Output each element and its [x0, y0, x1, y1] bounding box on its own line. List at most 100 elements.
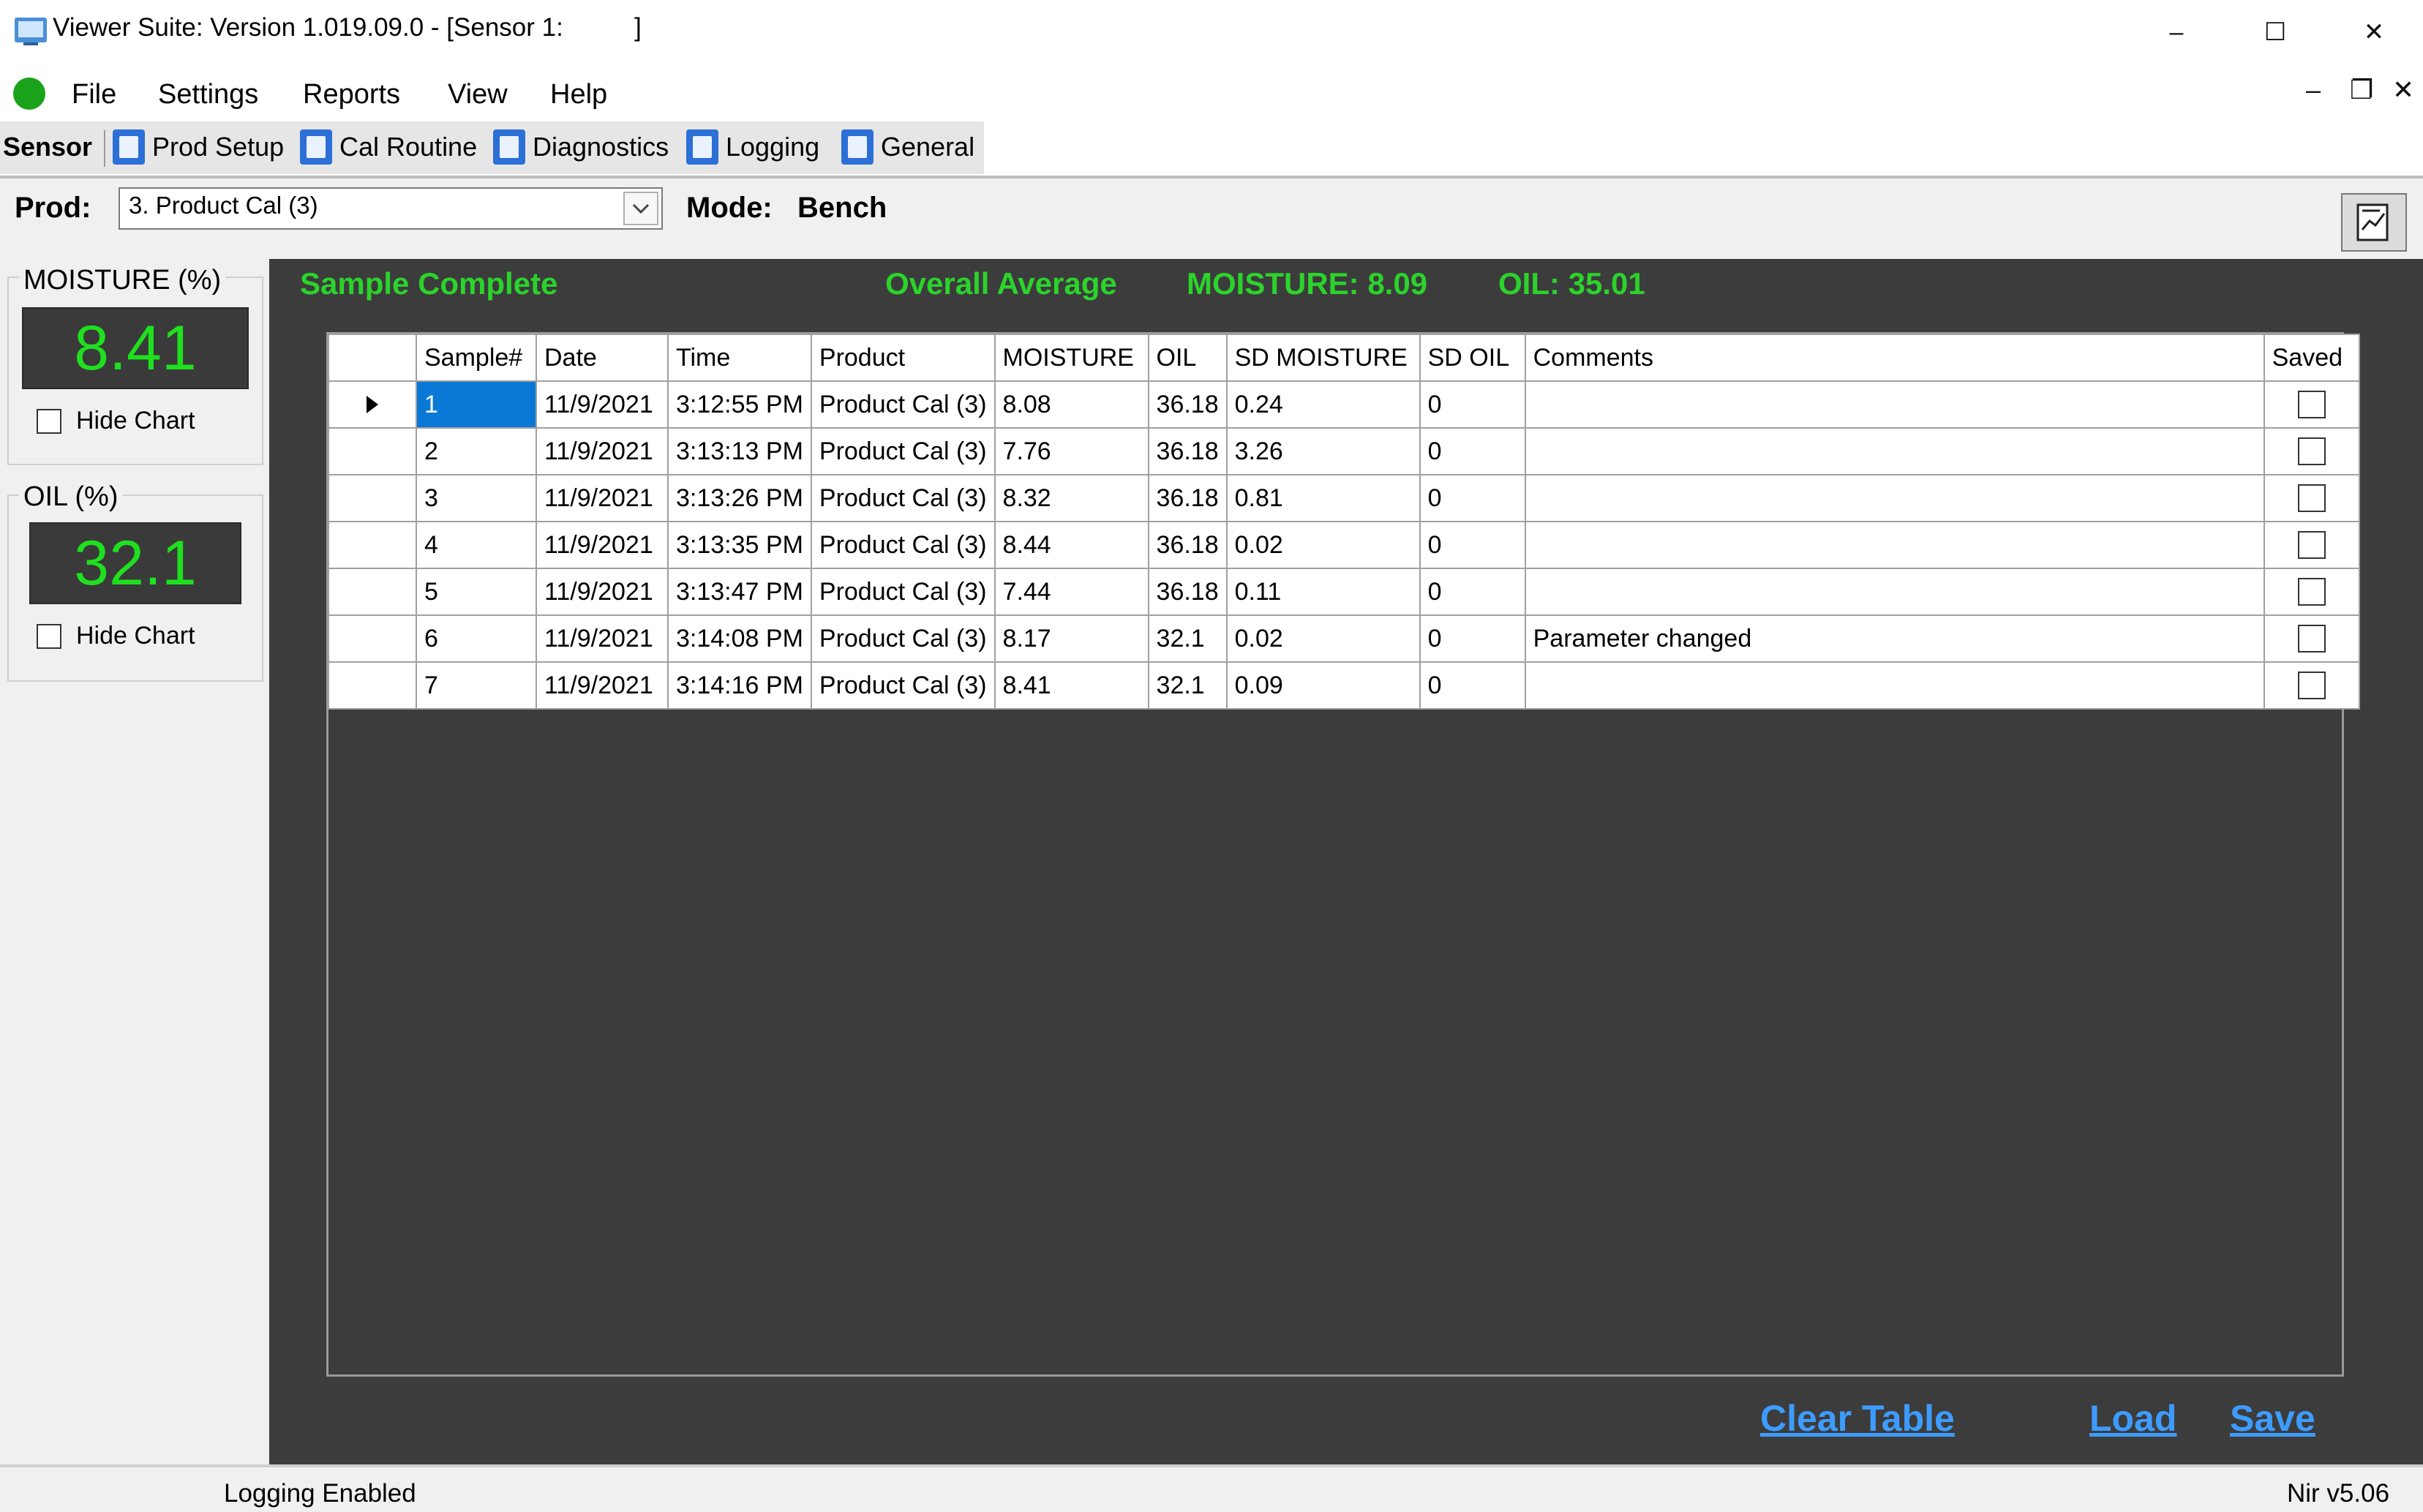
cell-sd-moisture[interactable]: 3.26 [1225, 427, 1421, 475]
cell-sd-oil[interactable]: 0 [1419, 427, 1526, 475]
cell-oil[interactable]: 36.18 [1147, 380, 1228, 429]
cell-time[interactable]: 3:12:55 PM [667, 380, 812, 429]
col-header-comments[interactable]: Comments [1524, 334, 2265, 382]
table-row[interactable]: 5 11/9/2021 3:13:47 PM Product Cal (3) 7… [328, 568, 2360, 616]
col-header-moisture[interactable]: MOISTURE [993, 334, 1149, 382]
mdi-restore-button[interactable]: ❐ [2350, 75, 2373, 105]
cell-time[interactable]: 3:14:08 PM [667, 614, 812, 663]
cell-time[interactable]: 3:13:13 PM [667, 427, 812, 475]
cell-comments[interactable] [1524, 427, 2265, 475]
cell-comments[interactable] [1524, 474, 2265, 522]
cell-saved[interactable] [2263, 521, 2360, 569]
cell-sd-oil[interactable]: 0 [1419, 474, 1526, 522]
cell-moisture[interactable]: 8.17 [993, 614, 1149, 663]
maximize-button[interactable]: ☐ [2228, 0, 2323, 64]
cell-moisture[interactable]: 8.44 [993, 521, 1149, 569]
cell-sd-oil[interactable]: 0 [1419, 661, 1526, 710]
menu-reports[interactable]: Reports [303, 79, 400, 110]
cell-product[interactable]: Product Cal (3) [810, 568, 996, 616]
cell-moisture[interactable]: 7.76 [993, 427, 1149, 475]
cell-date[interactable]: 11/9/2021 [536, 427, 669, 475]
close-button[interactable]: ✕ [2326, 0, 2422, 64]
cell-sample[interactable]: 5 [416, 568, 537, 616]
table-row[interactable]: 4 11/9/2021 3:13:35 PM Product Cal (3) 8… [328, 521, 2360, 569]
row-selector[interactable] [328, 521, 417, 569]
row-selector[interactable] [328, 427, 417, 475]
saved-checkbox[interactable] [2297, 437, 2326, 465]
cell-sd-moisture[interactable]: 0.11 [1225, 568, 1421, 616]
cell-oil[interactable]: 36.18 [1147, 521, 1228, 569]
col-header-time[interactable]: Time [667, 334, 812, 382]
cell-sample[interactable]: 4 [416, 521, 537, 569]
cell-sd-moisture[interactable]: 0.02 [1225, 521, 1421, 569]
cell-saved[interactable] [2263, 380, 2360, 429]
cell-time[interactable]: 3:13:26 PM [667, 474, 812, 522]
saved-checkbox[interactable] [2297, 484, 2326, 512]
col-header-oil[interactable]: OIL [1147, 334, 1228, 382]
col-header-sample[interactable]: Sample# [416, 334, 537, 382]
cell-oil[interactable]: 36.18 [1147, 427, 1228, 475]
cell-date[interactable]: 11/9/2021 [536, 661, 669, 710]
cell-sample[interactable]: 1 [416, 380, 537, 429]
cell-comments[interactable] [1524, 568, 2265, 616]
col-header-sd-oil[interactable]: SD OIL [1419, 334, 1526, 382]
cell-sd-moisture[interactable]: 0.09 [1225, 661, 1421, 710]
cal-routine-button[interactable]: Cal Routine [300, 124, 477, 170]
menu-file[interactable]: File [72, 79, 116, 110]
cell-date[interactable]: 11/9/2021 [536, 474, 669, 522]
cell-sd-moisture[interactable]: 0.24 [1225, 380, 1421, 429]
menu-help[interactable]: Help [550, 79, 607, 110]
row-selector[interactable] [328, 380, 417, 429]
cell-sd-oil[interactable]: 0 [1419, 568, 1526, 616]
cell-product[interactable]: Product Cal (3) [810, 521, 996, 569]
saved-checkbox[interactable] [2297, 531, 2326, 559]
cell-moisture[interactable]: 8.08 [993, 380, 1149, 429]
cell-sd-moisture[interactable]: 0.02 [1225, 614, 1421, 663]
cell-time[interactable]: 3:14:16 PM [667, 661, 812, 710]
cell-sample[interactable]: 7 [416, 661, 537, 710]
table-row[interactable]: 6 11/9/2021 3:14:08 PM Product Cal (3) 8… [328, 614, 2360, 663]
cell-sd-moisture[interactable]: 0.81 [1225, 474, 1421, 522]
chevron-down-icon[interactable] [623, 192, 658, 225]
cell-sd-oil[interactable]: 0 [1419, 614, 1526, 663]
cell-comments[interactable] [1524, 380, 2265, 429]
cell-comments[interactable] [1524, 521, 2265, 569]
cell-sample[interactable]: 3 [416, 474, 537, 522]
cell-sd-oil[interactable]: 0 [1419, 521, 1526, 569]
mdi-minimize-button[interactable]: – [2306, 75, 2321, 105]
cell-saved[interactable] [2263, 568, 2360, 616]
cell-sample[interactable]: 2 [416, 427, 537, 475]
menu-settings[interactable]: Settings [158, 79, 258, 110]
cell-moisture[interactable]: 7.44 [993, 568, 1149, 616]
cell-moisture[interactable]: 8.32 [993, 474, 1149, 522]
load-link[interactable]: Load [2089, 1397, 2176, 1440]
col-header-product[interactable]: Product [810, 334, 996, 382]
saved-checkbox[interactable] [2297, 672, 2326, 699]
general-button[interactable]: General [841, 124, 974, 170]
cell-oil[interactable]: 36.18 [1147, 568, 1228, 616]
cell-time[interactable]: 3:13:35 PM [667, 521, 812, 569]
cell-moisture[interactable]: 8.41 [993, 661, 1149, 710]
row-selector[interactable] [328, 568, 417, 616]
cell-product[interactable]: Product Cal (3) [810, 661, 996, 710]
table-row[interactable]: 2 11/9/2021 3:13:13 PM Product Cal (3) 7… [328, 427, 2360, 475]
row-selector[interactable] [328, 614, 417, 663]
cell-oil[interactable]: 32.1 [1147, 661, 1228, 710]
cell-oil[interactable]: 32.1 [1147, 614, 1228, 663]
prod-setup-button[interactable]: Prod Setup [113, 124, 284, 170]
minimize-button[interactable]: – [2129, 0, 2224, 64]
saved-checkbox[interactable] [2297, 578, 2326, 606]
row-selector[interactable] [328, 474, 417, 522]
save-link[interactable]: Save [2230, 1397, 2315, 1440]
table-row[interactable]: 3 11/9/2021 3:13:26 PM Product Cal (3) 8… [328, 474, 2360, 522]
moisture-hide-chart-checkbox[interactable] [37, 409, 61, 434]
menu-view[interactable]: View [448, 79, 508, 110]
table-row[interactable]: 1 11/9/2021 3:12:55 PM Product Cal (3) 8… [328, 380, 2360, 429]
cell-product[interactable]: Product Cal (3) [810, 380, 996, 429]
cell-saved[interactable] [2263, 474, 2360, 522]
cell-product[interactable]: Product Cal (3) [810, 614, 996, 663]
cell-date[interactable]: 11/9/2021 [536, 380, 669, 429]
cell-comments[interactable]: Parameter changed [1524, 614, 2265, 663]
col-header-saved[interactable]: Saved [2263, 334, 2360, 382]
oil-hide-chart-checkbox[interactable] [37, 624, 61, 649]
